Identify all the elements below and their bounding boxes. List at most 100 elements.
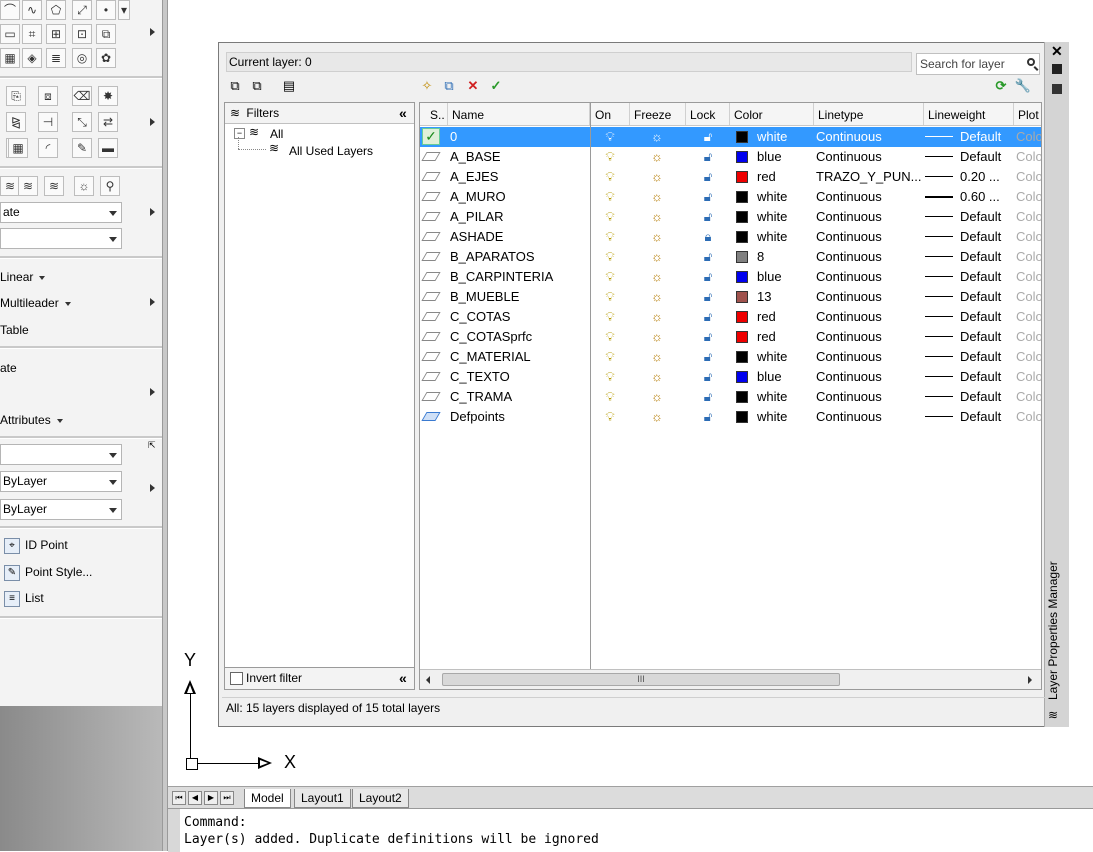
point-tool-icon[interactable]: • xyxy=(96,0,116,20)
layer-plot-style-cell[interactable]: Colo xyxy=(1016,287,1041,307)
layer-plot-style-cell[interactable]: Colo xyxy=(1016,127,1041,147)
rectangle-tool-icon[interactable]: ▭ xyxy=(0,24,20,44)
lightbulb-on-icon[interactable]: 💡︎ xyxy=(602,187,618,207)
column-header-color[interactable]: Color xyxy=(730,103,814,125)
explode-tool-icon[interactable]: ✸ xyxy=(98,86,118,106)
column-header-lock[interactable]: Lock xyxy=(686,103,730,125)
column-header-on[interactable]: On xyxy=(591,103,630,125)
scroll-left-icon[interactable] xyxy=(426,676,430,684)
lock-open-icon[interactable]: 🔓︎ xyxy=(700,187,716,207)
layer-name-cell[interactable]: C_COTAS xyxy=(450,307,588,327)
stretch-tool-icon[interactable]: ⇄ xyxy=(98,112,118,132)
lock-open-icon[interactable]: 🔓︎ xyxy=(700,127,716,147)
layer-plot-style-cell[interactable]: Colo xyxy=(1016,247,1041,267)
set-current-icon[interactable]: ✓ xyxy=(487,78,505,94)
layer-color-swatch[interactable] xyxy=(736,291,748,303)
multileader-button[interactable]: Multileader xyxy=(0,296,71,310)
refresh-icon[interactable]: ⟳ xyxy=(992,78,1010,94)
layer-color-swatch[interactable] xyxy=(736,411,748,423)
lightbulb-on-icon[interactable]: 💡︎ xyxy=(602,247,618,267)
layer-color-swatch[interactable] xyxy=(736,151,748,163)
layer-color-swatch[interactable] xyxy=(736,191,748,203)
thaw-sun-icon[interactable]: ☼ xyxy=(649,327,665,347)
layer-row[interactable]: C_COTAS 💡︎ ☼ 🔓︎ red Continuous Default Colo xyxy=(420,307,1041,327)
block-create-button[interactable]: ate xyxy=(0,361,17,375)
layer-color-name[interactable]: white xyxy=(757,387,813,407)
lightbulb-on-icon[interactable]: 💡︎ xyxy=(602,387,618,407)
lightbulb-on-icon[interactable]: 💡︎ xyxy=(602,307,618,327)
layer-lineweight-cell[interactable]: Default xyxy=(960,287,1014,307)
layer-color-swatch[interactable] xyxy=(736,271,748,283)
spline-tool-icon[interactable]: ∿ xyxy=(22,0,42,20)
table-tool-icon[interactable]: ≣ xyxy=(46,48,66,68)
layer-color-swatch[interactable] xyxy=(736,351,748,363)
lightbulb-on-icon[interactable]: 💡︎ xyxy=(602,167,618,187)
layer-color-name[interactable]: red xyxy=(757,167,813,187)
collapse-filters-icon[interactable]: « xyxy=(399,671,407,685)
fillet-tool-icon[interactable]: ◜ xyxy=(38,138,58,158)
first-tab-button[interactable]: ⏮ xyxy=(172,791,186,805)
erase-tool-icon[interactable]: ⌫ xyxy=(72,86,92,106)
hatch-tool-icon[interactable]: ▦ xyxy=(0,48,20,68)
cloud-tool-icon[interactable]: ✿ xyxy=(96,48,116,68)
settings-wrench-icon[interactable]: 🔧 xyxy=(1014,78,1032,94)
table-button[interactable]: Table xyxy=(0,323,29,337)
thaw-sun-icon[interactable]: ☼ xyxy=(649,127,665,147)
command-line-grip[interactable] xyxy=(168,809,180,852)
delete-layer-icon[interactable]: ✕ xyxy=(464,78,482,94)
scroll-right-icon[interactable] xyxy=(1028,676,1032,684)
array-tool-icon[interactable]: ⧈ xyxy=(38,86,58,106)
search-icon[interactable] xyxy=(1027,58,1035,66)
layer-plot-style-cell[interactable]: Colo xyxy=(1016,407,1041,427)
lightbulb-on-icon[interactable]: 💡︎ xyxy=(602,207,618,227)
layer-linetype-cell[interactable]: Continuous xyxy=(816,407,922,427)
layer-name-cell[interactable]: B_CARPINTERIA xyxy=(450,267,588,287)
lightbulb-on-icon[interactable]: 💡︎ xyxy=(602,407,618,427)
thaw-sun-icon[interactable]: ☼ xyxy=(649,347,665,367)
layer-row[interactable]: ✓ 0 💡︎ ☼ 🔓︎ white Continuous Default Colo xyxy=(420,127,1041,147)
layer-lineweight-cell[interactable]: Default xyxy=(960,207,1014,227)
last-tab-button[interactable]: ⏭ xyxy=(220,791,234,805)
new-group-filter-icon[interactable]: ⧉ xyxy=(248,78,266,94)
match-properties-icon[interactable]: ✎ xyxy=(72,138,92,158)
thaw-sun-icon[interactable]: ☼ xyxy=(649,147,665,167)
layer-color-name[interactable]: blue xyxy=(757,367,813,387)
layer-color-swatch[interactable] xyxy=(736,331,748,343)
layer-freeze-icon[interactable]: ☼ xyxy=(74,176,94,196)
panel-splitter[interactable] xyxy=(162,0,168,851)
lightbulb-on-icon[interactable]: 💡︎ xyxy=(602,227,618,247)
autohide-icon[interactable] xyxy=(1052,64,1062,74)
lock-open-icon[interactable]: 🔓︎ xyxy=(700,387,716,407)
thaw-sun-icon[interactable]: ☼ xyxy=(649,267,665,287)
layer-name-cell[interactable]: A_EJES xyxy=(450,167,588,187)
lock-open-icon[interactable]: 🔓︎ xyxy=(700,327,716,347)
layer-row[interactable]: C_TRAMA 💡︎ ☼ 🔓︎ white Continuous Default Colo xyxy=(420,387,1041,407)
layer-color-swatch[interactable] xyxy=(736,211,748,223)
layer-isolate-icon[interactable]: ≋ xyxy=(18,176,38,196)
tab-layout1[interactable]: Layout1 xyxy=(294,789,351,808)
next-tab-button[interactable]: ▶ xyxy=(204,791,218,805)
join-tool-icon[interactable]: ▬ xyxy=(98,138,118,158)
thaw-sun-icon[interactable]: ☼ xyxy=(649,247,665,267)
layer-linetype-cell[interactable]: Continuous xyxy=(816,247,922,267)
layer-name-cell[interactable]: C_COTASprfc xyxy=(450,327,588,347)
lineweight-combo[interactable]: ByLayer xyxy=(0,499,122,520)
layer-color-name[interactable]: 13 xyxy=(757,287,813,307)
layer-color-swatch[interactable] xyxy=(736,371,748,383)
layer-color-swatch[interactable] xyxy=(736,311,748,323)
layer-linetype-cell[interactable]: Continuous xyxy=(816,187,922,207)
tab-layout2[interactable]: Layout2 xyxy=(352,789,409,808)
layer-linetype-cell[interactable]: Continuous xyxy=(816,347,922,367)
column-header-lineweight[interactable]: Lineweight xyxy=(924,103,1014,125)
layer-name-cell[interactable]: B_APARATOS xyxy=(450,247,588,267)
close-icon[interactable]: ✕ xyxy=(1051,43,1063,60)
layer-previous-icon[interactable]: ≋ xyxy=(0,176,20,196)
layer-lineweight-cell[interactable]: Default xyxy=(960,407,1014,427)
region-tool-icon[interactable]: ⌗ xyxy=(22,24,42,44)
scale-tool-icon[interactable]: ⤡ xyxy=(72,112,92,132)
revcloud-tool-icon[interactable]: ⧉ xyxy=(96,24,116,44)
copy-tool-icon[interactable]: ⎘ xyxy=(6,86,26,106)
annotation-expand-icon[interactable] xyxy=(150,298,155,306)
new-layer-frozen-icon[interactable]: ⧉ xyxy=(440,78,458,94)
layer-row[interactable]: Defpoints 💡︎ ☼ 🔓︎ white Continuous Default Colo xyxy=(420,407,1041,427)
